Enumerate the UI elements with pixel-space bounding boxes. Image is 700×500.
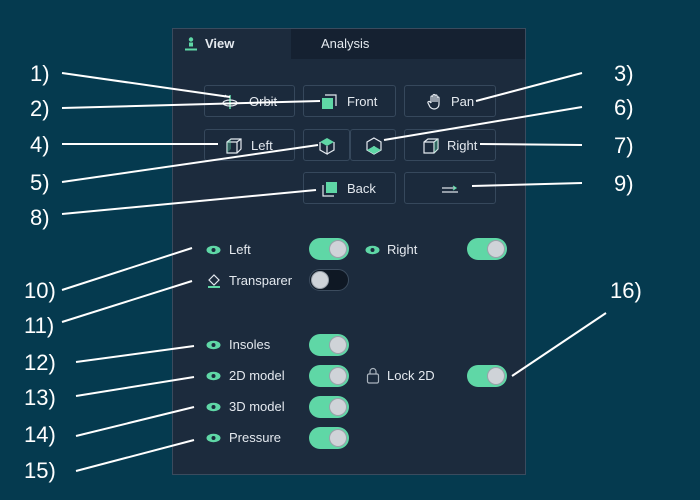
eye-icon bbox=[206, 245, 221, 255]
eye-icon bbox=[365, 245, 380, 255]
insoles-toggle-label: Insoles bbox=[229, 337, 271, 352]
callout-12: 12) bbox=[24, 350, 56, 375]
callout-8: 8) bbox=[30, 205, 50, 230]
pan-button[interactable]: Pan bbox=[404, 85, 496, 117]
orbit-button[interactable]: Orbit bbox=[204, 85, 295, 117]
model2d-toggle-label: 2D model bbox=[229, 368, 285, 383]
model3d-toggle[interactable] bbox=[309, 396, 349, 418]
orbit-label: Orbit bbox=[249, 94, 278, 109]
cube-top-icon bbox=[319, 138, 335, 155]
tab-view-label: View bbox=[205, 36, 235, 51]
right-toggle[interactable] bbox=[467, 238, 507, 260]
tab-analysis-label: Analysis bbox=[321, 36, 370, 51]
callout-10: 10) bbox=[24, 278, 56, 303]
view-panel: View Analysis Orbit Front Pan Left Right… bbox=[172, 28, 526, 475]
right-label: Right bbox=[447, 138, 478, 153]
callout-6: 6) bbox=[614, 95, 634, 120]
tab-bar: View Analysis bbox=[173, 29, 525, 59]
callout-7: 7) bbox=[614, 133, 634, 158]
callout-2: 2) bbox=[30, 96, 50, 121]
cube-left-icon bbox=[226, 138, 242, 154]
model2d-toggle[interactable] bbox=[309, 365, 349, 387]
pan-label: Pan bbox=[451, 94, 475, 109]
pressure-toggle-label: Pressure bbox=[229, 430, 282, 445]
left-view-button[interactable]: Left bbox=[204, 129, 295, 161]
pressure-toggle[interactable] bbox=[309, 427, 349, 449]
paint-bucket-icon bbox=[208, 274, 220, 288]
lock2d-toggle[interactable] bbox=[467, 365, 507, 387]
callout-15: 15) bbox=[24, 458, 56, 483]
lock-icon bbox=[366, 367, 380, 384]
lock2d-toggle-label: Lock 2D bbox=[387, 368, 435, 383]
transparent-toggle-label: Transparer bbox=[229, 273, 293, 288]
hand-icon bbox=[427, 93, 440, 110]
callout-4: 4) bbox=[30, 132, 50, 157]
eye-icon bbox=[206, 371, 221, 381]
callout-5: 5) bbox=[30, 170, 50, 195]
orbit-icon bbox=[222, 94, 238, 109]
callout-16: 16) bbox=[610, 278, 642, 303]
eye-icon bbox=[206, 402, 221, 412]
cube-back-icon bbox=[322, 182, 337, 197]
callout-14: 14) bbox=[24, 422, 56, 447]
callout-1: 1) bbox=[30, 61, 50, 86]
front-view-button[interactable]: Front bbox=[303, 85, 396, 117]
model3d-toggle-label: 3D model bbox=[229, 399, 285, 414]
callout-3: 3) bbox=[614, 61, 634, 86]
person-pin-icon bbox=[185, 37, 197, 51]
back-view-button[interactable]: Back bbox=[303, 172, 396, 204]
sliders-icon bbox=[442, 185, 458, 193]
view-settings-button[interactable] bbox=[404, 172, 496, 204]
tab-view[interactable]: View bbox=[173, 29, 291, 59]
eye-icon bbox=[206, 340, 221, 350]
iso-top-button[interactable] bbox=[303, 129, 350, 161]
cube-front-icon bbox=[322, 94, 337, 109]
left-toggle-label: Left bbox=[229, 242, 251, 257]
callout-11: 11) bbox=[24, 313, 55, 338]
cube-bottom-icon bbox=[366, 137, 382, 155]
eye-icon bbox=[206, 433, 221, 443]
front-label: Front bbox=[347, 94, 378, 109]
cube-right-icon bbox=[423, 138, 439, 154]
right-view-button[interactable]: Right bbox=[404, 129, 496, 161]
tab-analysis[interactable]: Analysis bbox=[321, 29, 461, 59]
back-label: Back bbox=[347, 181, 376, 196]
iso-bottom-button[interactable] bbox=[350, 129, 396, 161]
left-label: Left bbox=[251, 138, 273, 153]
insoles-toggle[interactable] bbox=[309, 334, 349, 356]
left-toggle[interactable] bbox=[309, 238, 349, 260]
callout-13: 13) bbox=[24, 385, 56, 410]
right-toggle-label: Right bbox=[387, 242, 418, 257]
transparent-toggle[interactable] bbox=[309, 269, 349, 291]
callout-9: 9) bbox=[614, 171, 634, 196]
